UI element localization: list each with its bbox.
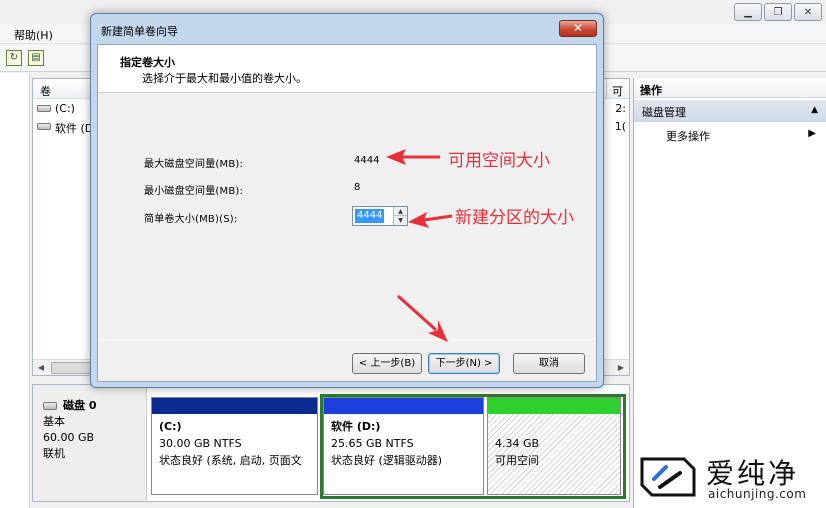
next-button[interactable]: 下一步(N) > xyxy=(428,353,500,374)
annotation-available-space: 可用空间大小 xyxy=(448,151,550,171)
cancel-button[interactable]: 取消 xyxy=(513,353,585,374)
partition-bar xyxy=(152,398,317,414)
console-tree-pane xyxy=(0,73,30,508)
submenu-arrow-icon: ▶ xyxy=(808,128,816,139)
max-size-label: 最大磁盘空间量(MB): xyxy=(144,159,244,170)
volume-size-value[interactable]: 4444 xyxy=(355,209,385,223)
disk-type: 基本 xyxy=(43,415,65,428)
disk-name: 磁盘 0 xyxy=(63,399,97,412)
wizard-heading: 指定卷大小 xyxy=(120,56,175,69)
drive-icon xyxy=(37,105,51,112)
column-header-capacity[interactable]: 可 xyxy=(612,83,623,99)
partition-c[interactable]: (C:) 30.00 GB NTFS 状态良好 (系统, 启动, 页面文 xyxy=(151,397,318,495)
wizard-header: 指定卷大小 选择介于最大和最小值的卷大小。 xyxy=(98,45,596,93)
actions-item-more[interactable]: 更多操作 ▶ xyxy=(634,125,826,145)
partition-size: 30.00 GB NTFS xyxy=(159,437,242,450)
refresh-icon[interactable]: ↻ xyxy=(6,50,22,66)
back-button[interactable]: < 上一步(B) xyxy=(352,353,422,374)
max-size-value: 4444 xyxy=(354,155,380,166)
properties-icon[interactable]: ▤ xyxy=(28,50,44,66)
minimize-icon[interactable]: ▁ xyxy=(734,3,762,21)
scroll-right-icon[interactable]: ▶ xyxy=(613,360,629,376)
spin-down-icon[interactable]: ▼ xyxy=(393,216,407,225)
partition-status: 状态良好 (系统, 启动, 页面文 xyxy=(159,454,302,467)
volume-name: 软件 (D xyxy=(55,122,94,135)
close-icon[interactable]: ✕ xyxy=(794,3,822,21)
min-size-label: 最小磁盘空间量(MB): xyxy=(144,186,244,197)
disk-0-label[interactable]: 磁盘 0 基本 60.00 GB 联机 xyxy=(33,385,147,501)
actions-header: 操作 xyxy=(634,78,826,98)
actions-group-label: 磁盘管理 xyxy=(642,106,686,119)
window-controls: ▁ ❐ ✕ xyxy=(734,3,822,21)
watermark-brand: 爱纯净 xyxy=(706,457,800,490)
watermark-logo: 爱纯净 aichunjing.com xyxy=(636,450,826,506)
scroll-left-icon[interactable]: ◀ xyxy=(33,360,49,376)
dialog-title: 新建简单卷向导 xyxy=(101,25,178,38)
column-divider[interactable] xyxy=(606,79,607,99)
partition-title: (C:) xyxy=(159,420,182,433)
volume-capacity: 1( xyxy=(614,120,626,133)
aichunjing-logo-icon xyxy=(640,457,696,497)
collapse-icon[interactable]: ▲ xyxy=(811,105,818,115)
volume-capacity: 2: xyxy=(615,102,626,115)
spin-up-icon[interactable]: ▲ xyxy=(393,207,407,216)
annotation-new-partition-size: 新建分区的大小 xyxy=(455,208,574,228)
volume-size-input[interactable]: 4444 ▲ ▼ xyxy=(352,206,408,226)
dialog-divider xyxy=(98,339,596,340)
disk-map: 磁盘 0 基本 60.00 GB 联机 (C:) 30.00 GB NTFS 状… xyxy=(32,384,630,502)
column-header-volume[interactable]: 卷 xyxy=(40,83,51,99)
disk-status: 联机 xyxy=(43,447,65,460)
disk-icon xyxy=(43,402,57,410)
drive-icon xyxy=(37,123,51,130)
actions-pane: 操作 磁盘管理 ▲ 更多操作 ▶ xyxy=(633,78,826,508)
volume-name: (C:) xyxy=(55,102,75,115)
actions-group-disk-management[interactable]: 磁盘管理 ▲ xyxy=(634,100,826,122)
volume-size-label: 简单卷大小(MB)(S): xyxy=(144,214,238,225)
min-size-value: 8 xyxy=(354,182,361,193)
extended-partition-outline xyxy=(320,394,626,499)
new-simple-volume-wizard: 新建简单卷向导 ✕ 指定卷大小 选择介于最大和最小值的卷大小。 最大磁盘空间量(… xyxy=(90,13,604,388)
close-icon[interactable]: ✕ xyxy=(559,20,597,37)
restore-icon[interactable]: ❐ xyxy=(764,3,792,21)
disk-size: 60.00 GB xyxy=(43,431,95,444)
wizard-subheading: 选择介于最大和最小值的卷大小。 xyxy=(142,72,307,85)
actions-item-label: 更多操作 xyxy=(666,130,710,143)
menu-help[interactable]: 帮助(H) xyxy=(14,27,53,43)
watermark-site: aichunjing.com xyxy=(708,487,807,501)
